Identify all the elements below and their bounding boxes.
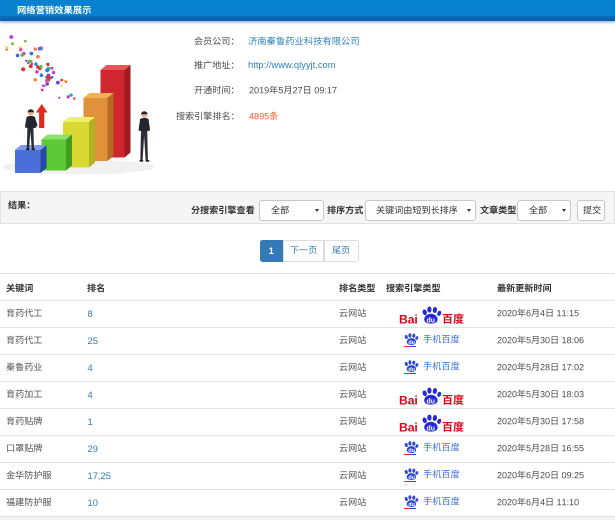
svg-text:du: du — [427, 398, 436, 405]
svg-text:du: du — [408, 475, 415, 481]
svg-text:du: du — [427, 317, 436, 324]
svg-text:du: du — [427, 425, 436, 432]
svg-text:Bai: Bai — [399, 312, 418, 325]
svg-text:du: du — [408, 448, 415, 454]
svg-text:du: du — [408, 340, 415, 346]
svg-text:du: du — [408, 502, 415, 508]
svg-text:du: du — [408, 367, 415, 373]
svg-text:Bai: Bai — [399, 393, 418, 406]
svg-text:Bai: Bai — [399, 420, 418, 433]
